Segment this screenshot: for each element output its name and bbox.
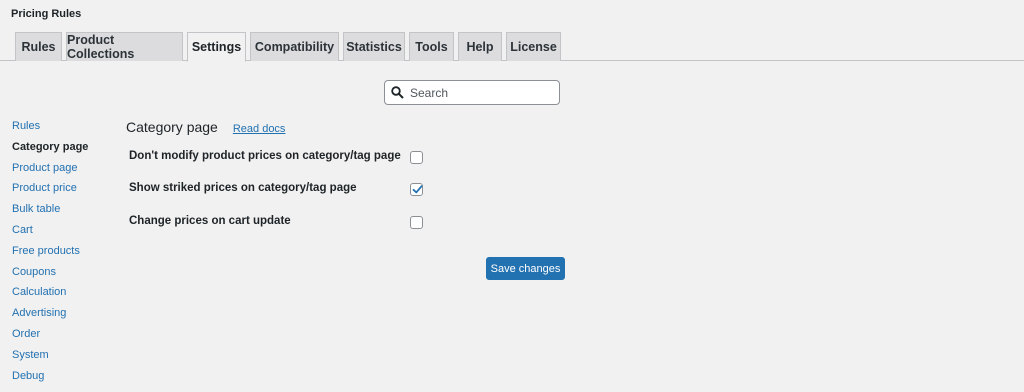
sidebar-item-calculation[interactable]: Calculation xyxy=(12,284,88,305)
tab-tools[interactable]: Tools xyxy=(409,32,454,61)
sidebar-item-product-page[interactable]: Product page xyxy=(12,160,88,181)
sidebar-item-cart[interactable]: Cart xyxy=(12,222,88,243)
sidebar-item-order[interactable]: Order xyxy=(12,326,88,347)
page-title: Pricing Rules xyxy=(11,8,82,20)
sidebar-item-bulk-table[interactable]: Bulk table xyxy=(12,201,88,222)
search-icon xyxy=(391,86,404,99)
section-header: Category page Read docs xyxy=(126,119,285,135)
sidebar-item-rules[interactable]: Rules xyxy=(12,118,88,139)
checkmark-icon xyxy=(412,185,423,194)
sidebar-item-product-price[interactable]: Product price xyxy=(12,180,88,201)
tab-statistics[interactable]: Statistics xyxy=(343,32,405,61)
read-docs-link[interactable]: Read docs xyxy=(233,123,286,135)
tab-product-collections[interactable]: Product Collections xyxy=(66,32,183,61)
change-prices-cart-update-checkbox[interactable] xyxy=(410,216,423,229)
section-title: Category page xyxy=(126,119,218,135)
settings-sidebar: Rules Category page Product page Product… xyxy=(12,118,88,388)
sidebar-item-advertising[interactable]: Advertising xyxy=(12,305,88,326)
tab-settings[interactable]: Settings xyxy=(187,32,246,62)
sidebar-item-debug[interactable]: Debug xyxy=(12,368,88,389)
save-changes-button[interactable]: Save changes xyxy=(486,257,565,280)
dont-modify-prices-checkbox[interactable] xyxy=(410,151,423,164)
show-striked-prices-checkbox[interactable] xyxy=(410,183,423,196)
sidebar-item-free-products[interactable]: Free products xyxy=(12,243,88,264)
option-label-show-striked-prices: Show striked prices on category/tag page xyxy=(129,182,357,194)
search-input[interactable] xyxy=(410,85,550,100)
option-label-dont-modify-prices: Don't modify product prices on category/… xyxy=(129,150,401,162)
search-box[interactable] xyxy=(384,80,560,105)
option-label-change-prices-cart-update: Change prices on cart update xyxy=(129,215,291,227)
sidebar-item-category-page[interactable]: Category page xyxy=(12,139,88,160)
sidebar-item-system[interactable]: System xyxy=(12,347,88,368)
tab-help[interactable]: Help xyxy=(458,32,502,61)
tab-license[interactable]: License xyxy=(506,32,561,61)
sidebar-item-coupons[interactable]: Coupons xyxy=(12,264,88,285)
tab-rules[interactable]: Rules xyxy=(15,32,62,61)
tab-compatibility[interactable]: Compatibility xyxy=(250,32,339,61)
settings-tabs: Rules Product Collections Settings Compa… xyxy=(0,31,1024,62)
